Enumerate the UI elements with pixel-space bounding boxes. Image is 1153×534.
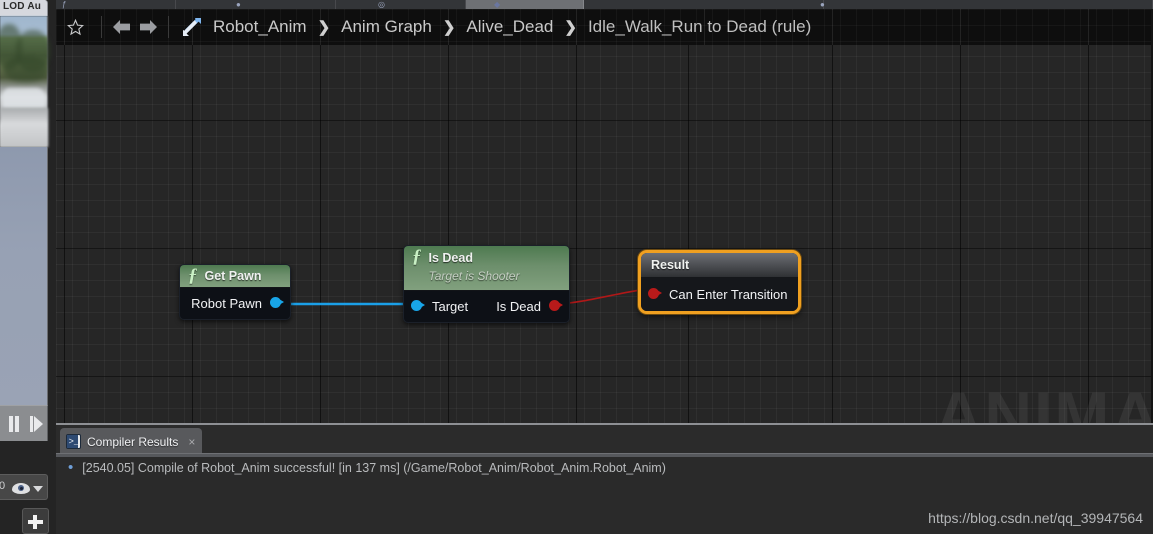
result-node-header: Result [641, 253, 798, 278]
is-dead-node[interactable]: ƒ Is Dead Target is Shooter Target Is De… [403, 245, 570, 323]
partial-value-text: 0 [0, 480, 6, 492]
pin-row: Target Is Dead [404, 296, 569, 316]
viewport-playback-controls [0, 405, 48, 441]
back-button[interactable] [109, 14, 135, 40]
get-pawn-node-header: ƒ Get Pawn [180, 265, 290, 288]
function-f-icon: ƒ [412, 246, 422, 267]
output-pin-robot-pawn[interactable] [270, 296, 284, 310]
result-node-title: Result [651, 258, 690, 272]
blueprint-crossing-arrows-icon[interactable] [179, 14, 205, 40]
viewport-preview-image [0, 16, 50, 147]
output-pin-is-dead[interactable] [549, 299, 563, 313]
tab-compiler-results-label: Compiler Results [87, 434, 179, 449]
anim-graph-canvas[interactable]: ANIMA ƒ Get Pawn Robot Pawn ƒ Is Dead Ta… [56, 45, 1153, 423]
get-pawn-node-body: Robot Pawn [180, 288, 290, 319]
top-toolbar-strip: ƒ ● ◎ ◆ ● [0, 0, 1153, 9]
toolbar-glyph-selected: ◆ [494, 0, 501, 9]
visibility-control-bar[interactable]: 0 [0, 474, 48, 500]
pin-label-robot-pawn: Robot Pawn [191, 295, 262, 311]
horizontal-scrollbar[interactable] [56, 454, 1153, 457]
step-forward-button[interactable] [27, 415, 45, 433]
result-node-body: Can Enter Transition [641, 278, 798, 311]
lod-auto-tab[interactable]: LOD Au [0, 0, 48, 16]
close-icon[interactable]: × [188, 435, 195, 449]
left-viewport-column: LOD Au 0 [0, 0, 56, 534]
graph-wires [291, 287, 660, 306]
function-f-icon: ƒ [188, 265, 198, 286]
toolbar-glyph-end: ● [820, 0, 825, 9]
pin-label-is-dead: Is Dead [496, 298, 541, 314]
compiler-results-tabbar: >_ Compiler Results × [56, 423, 1153, 455]
star-icon[interactable] [67, 18, 84, 36]
get-pawn-node-title: Get Pawn [204, 269, 262, 283]
breadcrumb-item-alive-dead[interactable]: Alive_Dead [466, 17, 553, 37]
is-dead-node-body: Target Is Dead [404, 291, 569, 322]
pin-row: Robot Pawn [180, 293, 290, 313]
viewport-road-blur [0, 108, 48, 147]
viewport-empty-area [0, 147, 48, 413]
compiler-log-message: [2540.05] Compile of Robot_Anim successf… [82, 461, 666, 475]
pin-label-can-enter-transition: Can Enter Transition [669, 286, 788, 302]
breadcrumb-bar: Robot_Anim ❯ Anim Graph ❯ Alive_Dead ❯ I… [56, 9, 1153, 45]
breadcrumb-separator: ❯ [317, 19, 331, 36]
divider [101, 16, 102, 38]
is-dead-node-subtitle: Target is Shooter [428, 269, 520, 283]
bullet-icon: • [68, 459, 74, 476]
breadcrumb-item-robot-anim[interactable]: Robot_Anim [213, 17, 307, 37]
add-button[interactable] [22, 508, 49, 534]
compiler-results-panel: • [2540.05] Compile of Robot_Anim succes… [56, 453, 1153, 534]
pin-label-target: Target [432, 298, 469, 314]
pause-button[interactable] [5, 415, 23, 433]
divider [168, 16, 169, 38]
is-dead-node-header: ƒ Is Dead Target is Shooter [404, 246, 569, 291]
breadcrumb-separator: ❯ [442, 19, 456, 36]
is-dead-node-title: Is Dead [428, 251, 473, 265]
eye-icon[interactable] [12, 483, 30, 494]
breadcrumb-item-anim-graph[interactable]: Anim Graph [341, 17, 432, 37]
forward-button[interactable] [135, 14, 161, 40]
url-watermark: https://blog.csdn.net/qq_39947564 [928, 510, 1143, 526]
pause-icon [7, 416, 21, 432]
unreal-editor-window: ƒ ● ◎ ◆ ● LOD Au 0 Robot_Anim ❯ Anim Gra… [0, 0, 1153, 534]
toolbar-glyph-dot: ◎ [378, 0, 385, 9]
result-node[interactable]: Result Can Enter Transition [638, 250, 801, 314]
input-pin-can-enter-transition[interactable] [648, 287, 662, 301]
arrow-left-icon [113, 20, 130, 34]
lod-auto-tab-label: LOD Au [3, 1, 42, 12]
console-icon: >_ [66, 434, 81, 449]
arrow-right-icon [140, 20, 157, 34]
breadcrumb-separator: ❯ [564, 19, 577, 36]
get-pawn-node[interactable]: ƒ Get Pawn Robot Pawn [179, 264, 291, 320]
toolbar-glyph-f: ƒ [62, 0, 67, 9]
tab-compiler-results[interactable]: >_ Compiler Results × [60, 428, 203, 455]
viewport-car-blur [2, 88, 46, 108]
toolbar-glyph-sphere: ● [236, 0, 241, 9]
list-item[interactable]: • [2540.05] Compile of Robot_Anim succes… [56, 459, 666, 476]
input-pin-target[interactable] [411, 299, 425, 313]
chevron-down-icon[interactable] [33, 486, 43, 492]
step-forward-icon [29, 416, 43, 432]
pin-row: Can Enter Transition [641, 284, 798, 304]
breadcrumb-item-rule: Idle_Walk_Run to Dead (rule) [587, 17, 812, 36]
